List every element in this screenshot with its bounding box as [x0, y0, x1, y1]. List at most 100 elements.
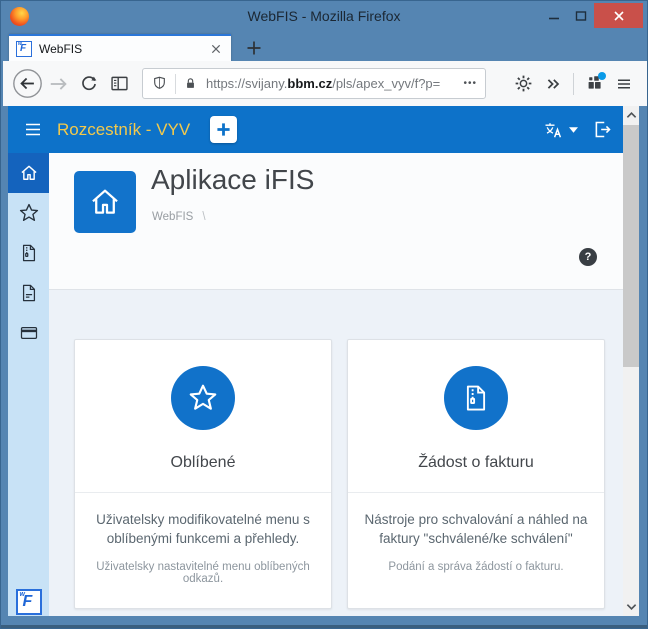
add-button[interactable]: [210, 116, 238, 143]
scroll-down-button[interactable]: [623, 598, 639, 615]
payment-card-icon: [20, 326, 37, 340]
toolbar-right-group: [508, 66, 639, 102]
breadcrumb-item[interactable]: WebFIS: [152, 211, 193, 223]
help-button[interactable]: ?: [579, 248, 597, 266]
tab-close-icon[interactable]: [208, 41, 224, 57]
scrollbar-thumb[interactable]: [623, 125, 639, 367]
url-path: /pls/apex_vyv/f?p=: [332, 76, 441, 91]
window-bottom-border: [1, 616, 647, 628]
card-title: Oblíbené: [170, 454, 236, 471]
app-header: Rozcestník - VYV: [8, 106, 623, 153]
logout-button[interactable]: [592, 119, 613, 140]
notification-dot: [598, 71, 606, 80]
url-domain: bbm.cz: [287, 76, 333, 91]
menu-icon: [26, 123, 40, 136]
settings-button[interactable]: [508, 66, 538, 102]
overflow-menu-button[interactable]: [538, 66, 568, 102]
tab-label: WebFIS: [39, 41, 83, 56]
reload-icon: [82, 75, 97, 90]
browser-window: WebFIS - Mozilla Firefox w F WebFIS http…: [0, 0, 648, 629]
document-icon: [22, 284, 35, 302]
sidebar-toggle-button[interactable]: [104, 66, 134, 102]
card-note: Podání a správa žádostí o fakturu.: [388, 561, 564, 573]
breadcrumb-separator: \: [202, 211, 206, 223]
card-divider: [348, 492, 604, 493]
star-icon: [19, 203, 38, 222]
card-title: Žádost o fakturu: [418, 454, 534, 471]
reload-button[interactable]: [74, 66, 104, 102]
app-title: Rozcestník - VYV: [57, 119, 191, 139]
plus-icon: [217, 123, 230, 136]
card-description: Nástroje pro schvalování a náhled na fak…: [364, 512, 588, 546]
home-icon: [20, 165, 37, 180]
window-controls: [540, 3, 643, 28]
page: w F Aplikace iFIS WebFIS \ ? Oblíbené Už…: [8, 153, 623, 618]
url-bar[interactable]: https://svijany.bbm.cz/pls/apex_vyv/f?p=…: [142, 68, 486, 99]
sidebar-item-payments[interactable]: [8, 313, 49, 353]
back-button[interactable]: [11, 66, 44, 102]
card-description: Uživatelsky modifikovatelné menu s oblíb…: [96, 512, 310, 546]
card-favorites[interactable]: Oblíbené Uživatelsky modifikovatelné men…: [74, 339, 332, 609]
minimize-icon: [548, 17, 559, 19]
sidebar-item-documents[interactable]: [8, 273, 49, 313]
navigation-toolbar: https://svijany.bbm.cz/pls/apex_vyv/f?p=…: [3, 61, 647, 106]
chevron-down-icon: [569, 126, 578, 133]
scroll-up-button[interactable]: [623, 106, 639, 123]
vertical-scrollbar: [623, 106, 639, 618]
page-viewport: Rozcestník - VYV w F Aplikace iFIS WebFI…: [8, 106, 639, 618]
app-header-right: [543, 119, 613, 140]
close-button[interactable]: [594, 3, 643, 28]
lock-icon[interactable]: [183, 76, 198, 91]
card-invoice-request[interactable]: Žádost o fakturu Nástroje pro schvalován…: [347, 339, 605, 609]
logout-icon: [595, 121, 611, 138]
app-nav-menu-button[interactable]: [25, 123, 41, 136]
webfis-footer-logo: w F: [15, 589, 42, 615]
language-button[interactable]: [543, 120, 578, 140]
tab-bar: w F WebFIS: [1, 32, 647, 61]
window-titlebar: WebFIS - Mozilla Firefox: [1, 1, 647, 32]
app-menu-button[interactable]: [609, 66, 639, 102]
favicon-letter-f: F: [20, 42, 27, 54]
sidebar-item-invoice-request[interactable]: [8, 233, 49, 273]
hamburger-icon: [618, 79, 630, 88]
url-prefix: https://svijany.: [206, 76, 288, 91]
translate-icon: [545, 122, 562, 137]
plus-icon: [247, 41, 261, 55]
window-title: WebFIS - Mozilla Firefox: [247, 8, 401, 24]
maximize-icon: [575, 10, 586, 21]
urlbar-divider: [175, 73, 176, 94]
back-icon: [13, 69, 42, 98]
star-icon: [189, 384, 217, 410]
close-icon: [613, 10, 624, 21]
invoice-request-icon: [22, 244, 35, 262]
page-title: Aplikace iFIS: [151, 164, 315, 195]
url-text: https://svijany.bbm.cz/pls/apex_vyv/f?p=: [206, 76, 459, 91]
card-note: Uživatelsky nastavitelné menu oblíbených…: [96, 561, 310, 585]
sidebar-toggle-icon: [110, 76, 128, 91]
whats-new-button[interactable]: [579, 66, 609, 102]
side-navigation: w F: [8, 153, 49, 618]
double-chevron-icon: [547, 78, 560, 89]
toolbar-divider: [573, 72, 574, 95]
new-tab-button[interactable]: [241, 37, 267, 59]
invoice-document-icon: [466, 385, 486, 411]
tracking-protection-shield-icon[interactable]: [151, 75, 168, 92]
firefox-icon: [10, 7, 29, 26]
main-content: Aplikace iFIS WebFIS \ ? Oblíbené Uživat…: [49, 153, 623, 618]
tab-webfis[interactable]: w F WebFIS: [9, 34, 231, 61]
url-truncation-dots: •••: [463, 78, 477, 89]
maximize-button[interactable]: [567, 3, 594, 28]
webfis-logo: w F: [15, 589, 42, 615]
card-icon-circle: [171, 366, 235, 430]
minimize-button[interactable]: [540, 3, 567, 28]
home-icon: [92, 189, 118, 214]
card-icon-circle: [444, 366, 508, 430]
forward-button[interactable]: [44, 66, 74, 102]
sidebar-item-favorites[interactable]: [8, 193, 49, 233]
cards-region: Oblíbené Uživatelsky modifikovatelné men…: [49, 290, 623, 618]
sidebar-item-home[interactable]: [8, 153, 49, 193]
chevron-down-icon: [626, 603, 636, 610]
webfis-favicon: w F: [16, 40, 32, 57]
logo-letter-f: F: [22, 593, 33, 610]
home-tile: [74, 171, 136, 233]
